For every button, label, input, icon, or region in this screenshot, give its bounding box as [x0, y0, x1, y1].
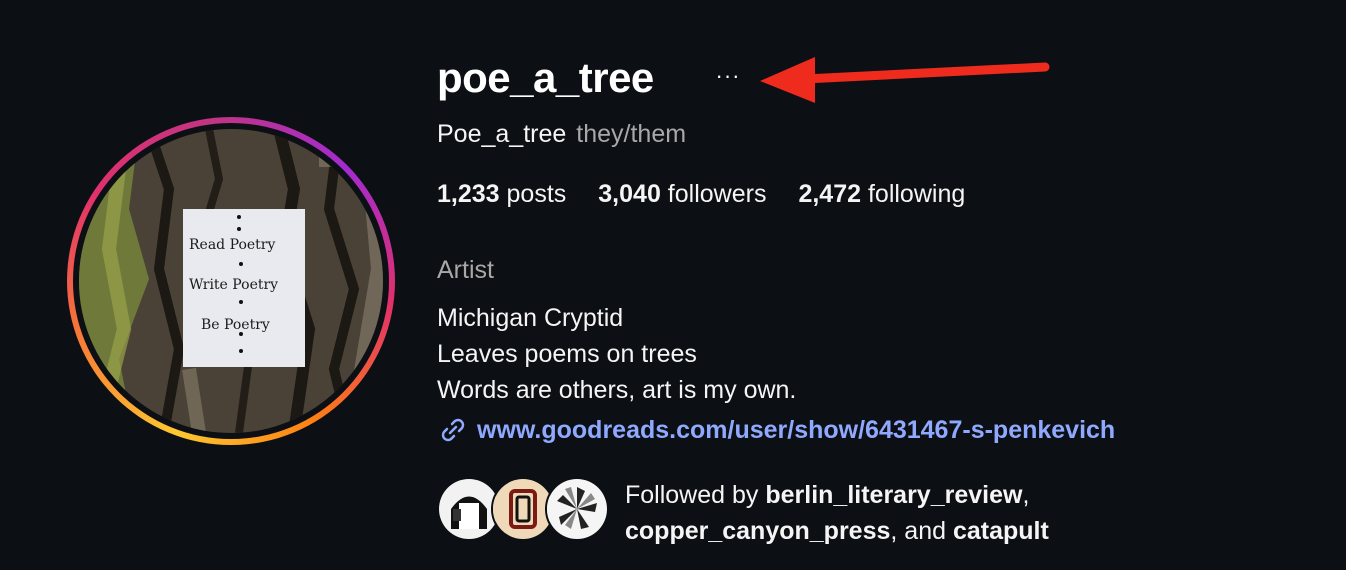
following-label: following [867, 180, 966, 208]
profile-avatar[interactable]: Read Poetry Write Poetry Be Poetry [79, 129, 383, 433]
followed-by-text[interactable]: Followed by berlin_literary_review, copp… [625, 477, 1145, 549]
sign-line-1: Read Poetry [189, 237, 275, 253]
following-number: 2,472 [798, 180, 862, 208]
followers-label: followers [667, 180, 767, 208]
avatar-image: Read Poetry Write Poetry Be Poetry [79, 129, 383, 433]
followed-by: Followed by berlin_literary_review, copp… [437, 477, 1049, 545]
profile-link-text[interactable]: www.goodreads.com/user/show/6431467-s-pe… [477, 416, 1115, 445]
sign-line-2: Write Poetry [189, 277, 278, 293]
followed-by-user-1[interactable]: berlin_literary_review [765, 481, 1022, 509]
followed-by-prefix: Followed by [625, 481, 759, 509]
bio-line: Words are others, art is my own. [437, 376, 797, 404]
followed-by-separator: , and [890, 517, 947, 545]
following-count[interactable]: 2,472 following [798, 180, 965, 209]
link-chain-icon [441, 418, 465, 442]
bio-line: Leaves poems on trees [437, 340, 697, 368]
followed-by-separator: , [1022, 481, 1030, 509]
profile-avatar-ring[interactable]: Read Poetry Write Poetry Be Poetry [67, 117, 395, 445]
follower-avatar-image [439, 479, 499, 539]
follower-avatar-image [547, 479, 607, 539]
posts-count[interactable]: 1,233 posts [437, 180, 566, 209]
followers-count[interactable]: 3,040 followers [598, 180, 766, 209]
annotation-arrow-icon [760, 57, 1050, 103]
profile-link[interactable]: www.goodreads.com/user/show/6431467-s-pe… [437, 414, 1115, 446]
profile-stats: 1,233 posts 3,040 followers 2,472 follow… [437, 180, 997, 209]
profile-bio: Michigan Cryptid Leaves poems on trees W… [437, 300, 796, 408]
more-horizontal-icon: ··· [715, 63, 741, 88]
profile-username: poe_a_tree [437, 54, 654, 101]
posts-label: posts [506, 180, 567, 208]
posts-number: 1,233 [437, 180, 500, 208]
followed-by-avatars [437, 477, 617, 541]
pronouns: they/them [576, 120, 687, 148]
sign-line-3: Be Poetry [201, 317, 270, 333]
profile-category: Artist [437, 256, 494, 284]
follower-avatar-image [493, 479, 553, 539]
bio-line: Michigan Cryptid [437, 304, 624, 332]
more-options-button[interactable]: ··· [712, 60, 744, 92]
follower-avatar[interactable] [545, 477, 609, 541]
followed-by-user-2[interactable]: copper_canyon_press [625, 517, 890, 545]
followers-number: 3,040 [598, 180, 661, 208]
name-row: Poe_a_tree they/them [437, 120, 686, 149]
display-name: Poe_a_tree [437, 120, 567, 148]
followed-by-user-3[interactable]: catapult [953, 517, 1049, 545]
